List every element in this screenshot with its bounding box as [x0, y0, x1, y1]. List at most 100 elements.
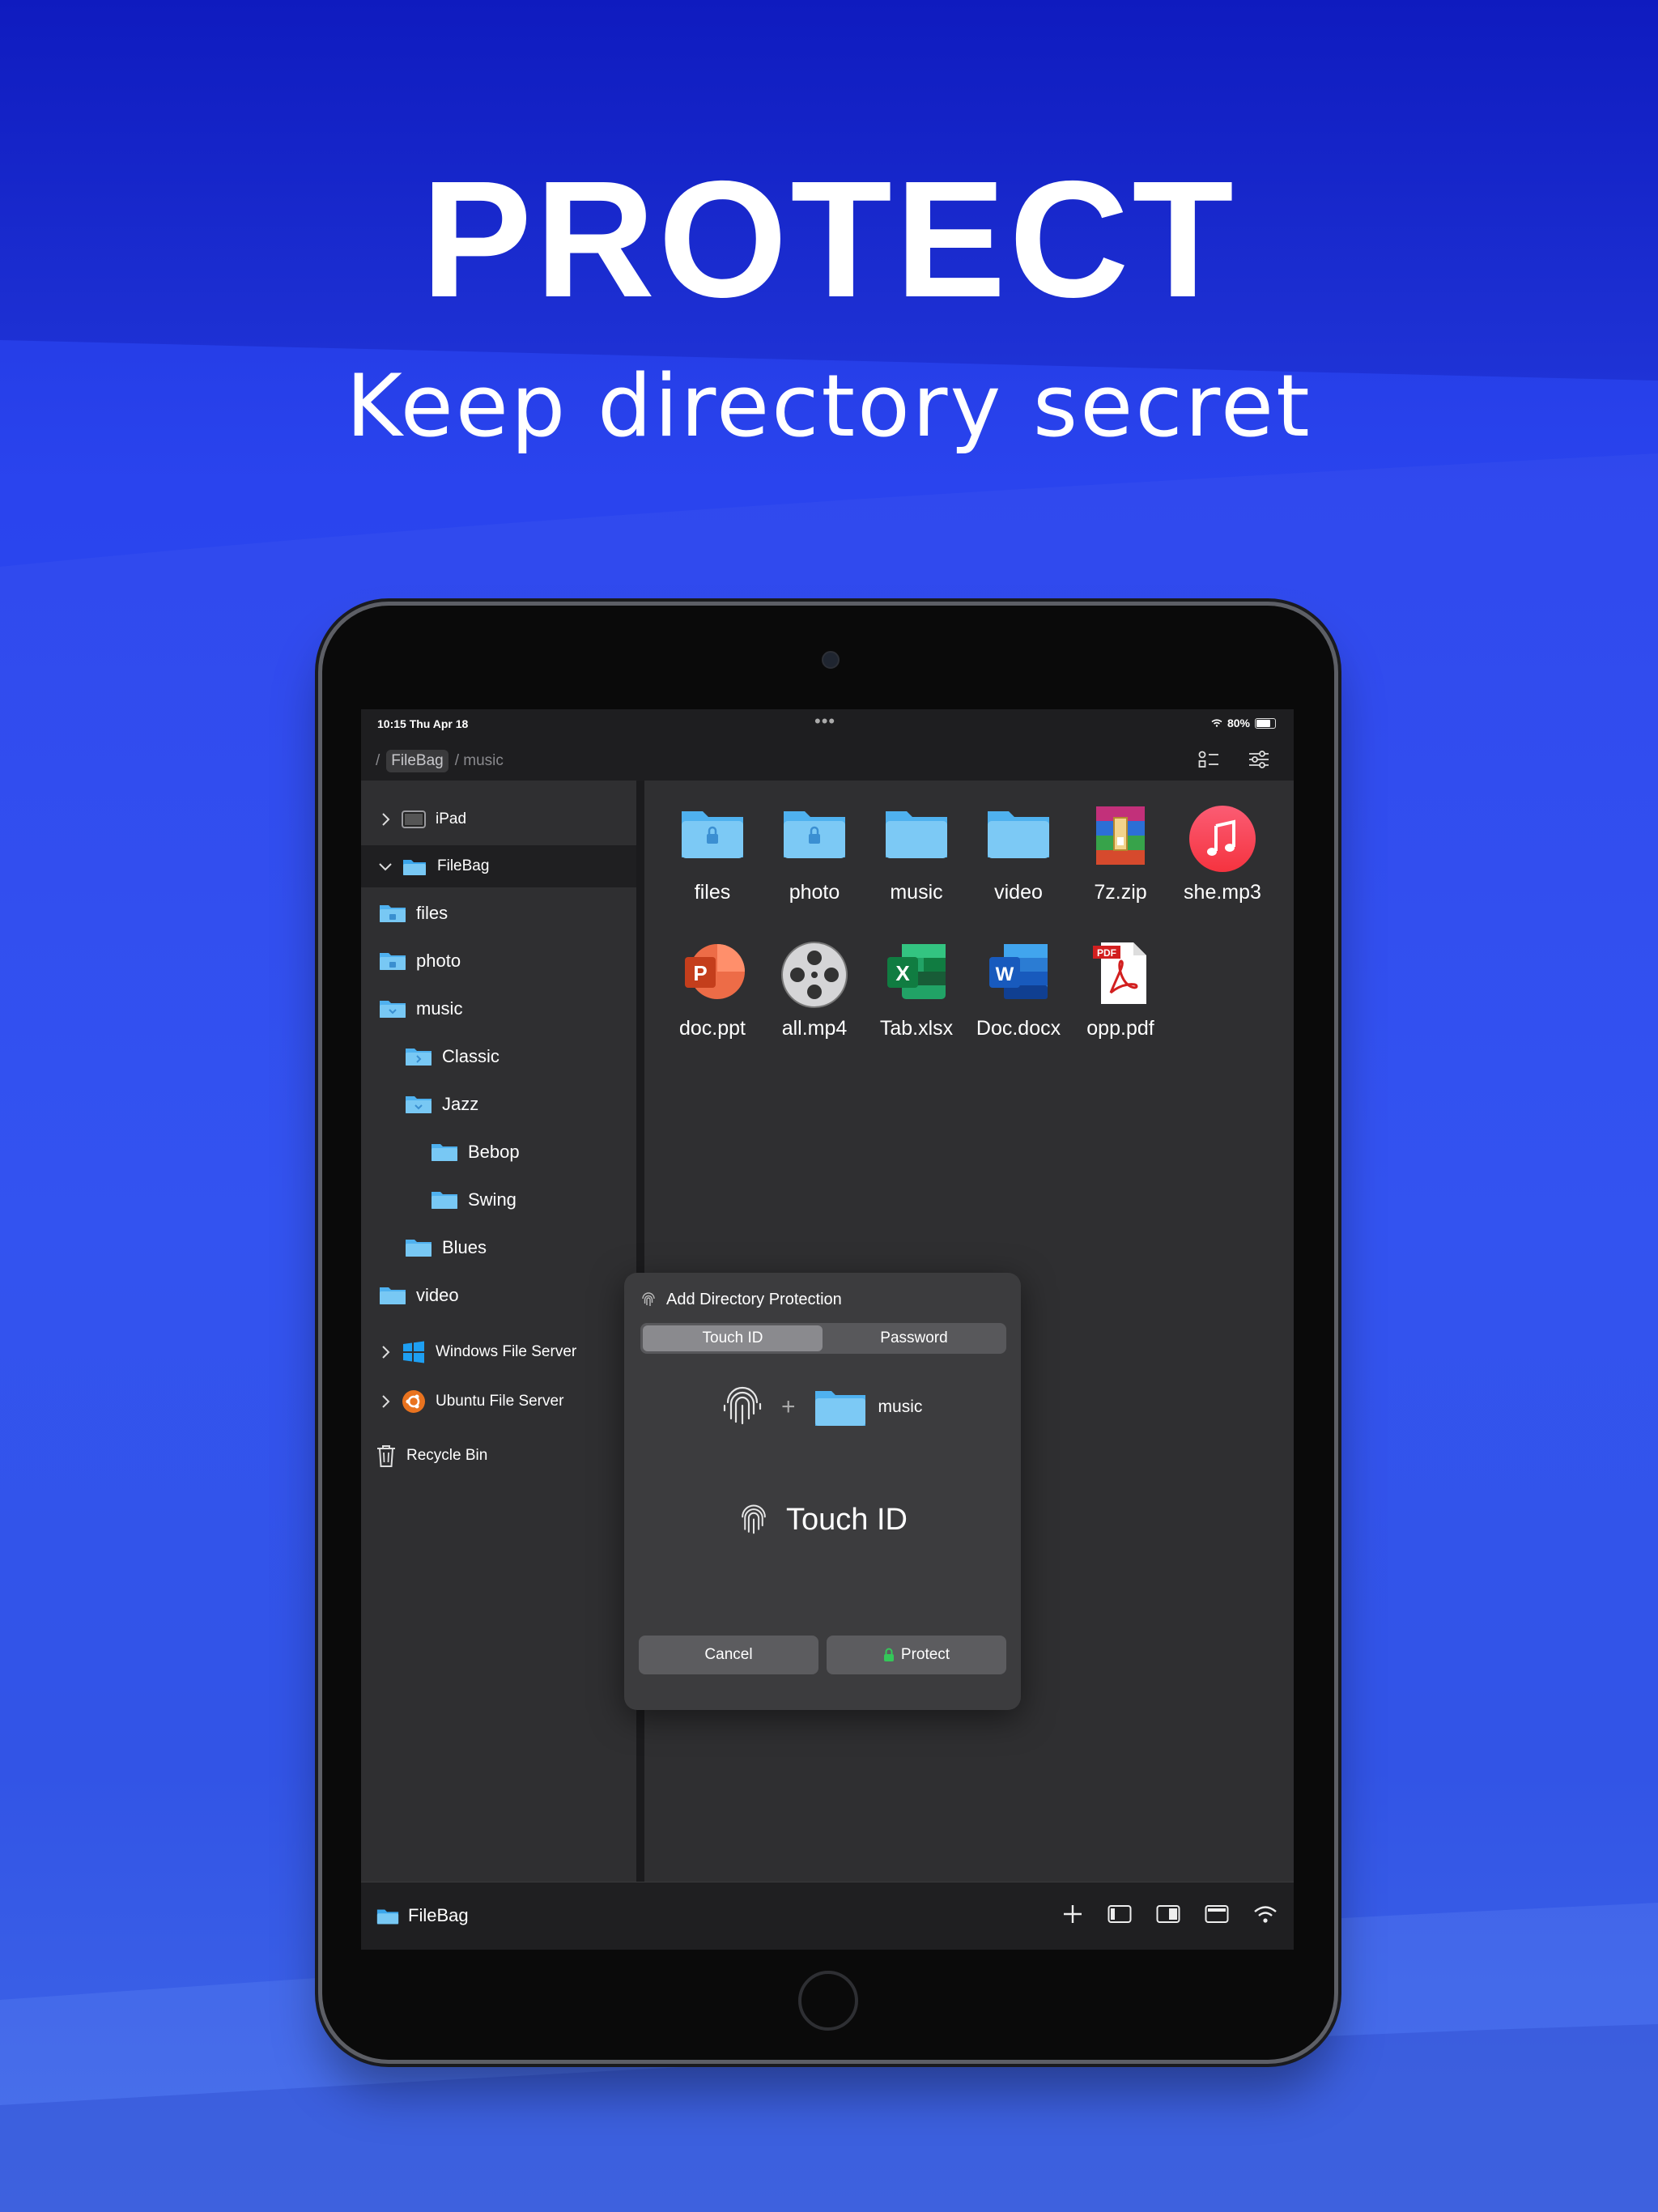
auth-method-segmented-control: Touch ID Password [640, 1323, 1006, 1354]
file-item-opp-pdf[interactable]: PDF opp.pdf [1072, 941, 1169, 1040]
sliders-icon[interactable] [1248, 750, 1269, 769]
file-name: she.mp3 [1184, 881, 1261, 904]
zip-archive-icon [1096, 806, 1145, 865]
sidebar-item-label: Bebop [468, 1142, 520, 1162]
file-item-files[interactable]: files [664, 805, 761, 904]
film-reel-icon [781, 942, 848, 1008]
sidebar-item-label: files [416, 903, 449, 923]
folder-icon [432, 1144, 457, 1161]
file-item-tab-xlsx[interactable]: X Tab.xlsx [868, 941, 965, 1040]
status-bar: 10:15 Thu Apr 18 ••• 80% [361, 709, 1294, 738]
sidebar-item-filebag[interactable]: FileBag [361, 845, 653, 887]
music-note-icon [1189, 806, 1256, 872]
subheadline: Keep directory secret [346, 356, 1312, 456]
tab-touch-id[interactable]: Touch ID [643, 1325, 823, 1351]
sidebar-item-classic[interactable]: Classic [361, 1036, 680, 1078]
sidebar-item-files[interactable]: files [361, 892, 654, 934]
sidebar-item-label: Recycle Bin [406, 1447, 488, 1464]
folder-icon [886, 811, 947, 858]
folder-icon [380, 1287, 406, 1304]
sidebar-item-label: iPad [436, 810, 467, 827]
breadcrumb: / FileBag / music [376, 750, 504, 772]
toolbar-location[interactable]: FileBag [376, 1905, 469, 1926]
file-name: Doc.docx [976, 1017, 1061, 1040]
chevron-right-icon[interactable] [377, 811, 393, 827]
file-name: 7z.zip [1094, 881, 1147, 904]
battery-icon [1255, 717, 1276, 729]
protect-button[interactable]: Protect [827, 1636, 1006, 1674]
file-item-doc-ppt[interactable]: P doc.ppt [664, 941, 761, 1040]
headline: PROTECT [421, 147, 1237, 332]
sidebar-item-label: photo [416, 951, 461, 971]
lock-icon [883, 1648, 894, 1661]
sidebar-item-label: Ubuntu File Server [436, 1393, 564, 1410]
open-folder-icon [406, 1096, 432, 1113]
method-display: Touch ID [738, 1503, 908, 1538]
file-item-photo[interactable]: photo [766, 805, 863, 904]
sidebar-item-label: Windows File Server [436, 1343, 577, 1360]
file-name: music [890, 881, 943, 904]
sidebar-item-recycle-bin[interactable]: Recycle Bin [361, 1435, 651, 1477]
sidebar-right-icon[interactable] [1156, 1904, 1180, 1924]
pdf-badge-text: PDF [1097, 947, 1116, 959]
add-icon[interactable] [1062, 1904, 1083, 1925]
sidebar-item-windows-server[interactable]: Windows File Server [361, 1331, 653, 1373]
toolbar-label: FileBag [408, 1905, 469, 1925]
file-item-7z-zip[interactable]: 7z.zip [1072, 805, 1169, 904]
locked-folder-icon [682, 811, 743, 858]
wifi-icon[interactable] [1253, 1904, 1278, 1924]
sidebar-item-video[interactable]: video [361, 1274, 654, 1317]
sidebar-item-ubuntu-server[interactable]: Ubuntu File Server [361, 1380, 653, 1423]
cancel-label: Cancel [704, 1646, 753, 1663]
file-name: photo [789, 881, 840, 904]
file-item-video[interactable]: video [970, 805, 1067, 904]
sidebar-item-ipad[interactable]: iPad [361, 798, 653, 840]
filebag-folder-icon [376, 1909, 399, 1925]
sidebar-item-jazz[interactable]: Jazz [361, 1083, 680, 1125]
chevron-right-icon[interactable] [377, 1344, 393, 1360]
folder-icon [432, 1192, 457, 1209]
sidebar-item-label: music [416, 998, 463, 1019]
svg-text:X: X [895, 961, 910, 985]
cancel-button[interactable]: Cancel [639, 1636, 818, 1674]
sidebar-item-music[interactable]: music [361, 988, 654, 1030]
sidebar-item-photo[interactable]: photo [361, 940, 654, 982]
protection-summary: + music [721, 1386, 922, 1428]
locked-folder-icon [380, 953, 406, 970]
list-view-icon[interactable] [1198, 750, 1219, 769]
powerpoint-icon: P [685, 944, 745, 999]
nav-bar: / FileBag / music [361, 738, 1294, 781]
sidebar-left-icon[interactable] [1107, 1904, 1132, 1924]
file-name: doc.ppt [678, 1017, 746, 1040]
chevron-right-icon[interactable] [377, 1393, 393, 1410]
windows-icon [403, 1341, 424, 1363]
chevron-down-icon[interactable] [377, 858, 393, 874]
svg-text:W: W [996, 963, 1014, 985]
file-name: opp.pdf [1086, 1017, 1154, 1040]
app-screen: 10:15 Thu Apr 18 ••• 80% / FileBag / mus… [361, 709, 1294, 1950]
file-item-doc-docx[interactable]: W Doc.docx [970, 941, 1067, 1040]
folder-icon [814, 1391, 865, 1426]
tab-password[interactable]: Password [824, 1325, 1004, 1351]
file-name: video [994, 881, 1043, 904]
dialog-header: Add Directory Protection [640, 1291, 842, 1309]
multitask-dots-icon[interactable]: ••• [814, 711, 835, 732]
sidebar-item-label: Jazz [442, 1094, 479, 1114]
file-item-she-mp3[interactable]: she.mp3 [1174, 805, 1271, 904]
window-icon[interactable] [1205, 1904, 1229, 1924]
wifi-icon [1211, 719, 1222, 727]
sidebar-item-label: Blues [442, 1237, 487, 1257]
home-button[interactable] [798, 1971, 858, 2031]
tablet-icon [402, 810, 426, 828]
sidebar-item-blues[interactable]: Blues [361, 1227, 680, 1269]
excel-icon: X [887, 944, 946, 999]
file-item-all-mp4[interactable]: all.mp4 [766, 941, 863, 1040]
target-folder-name: music [878, 1397, 923, 1416]
folder-icon [406, 1240, 432, 1257]
file-item-music[interactable]: music [868, 805, 965, 904]
breadcrumb-filebag[interactable]: FileBag [386, 750, 449, 772]
breadcrumb-root[interactable]: / [376, 752, 380, 770]
breadcrumb-music[interactable]: / music [455, 752, 504, 770]
trash-icon [377, 1445, 395, 1467]
status-right: 80% [1211, 717, 1276, 730]
